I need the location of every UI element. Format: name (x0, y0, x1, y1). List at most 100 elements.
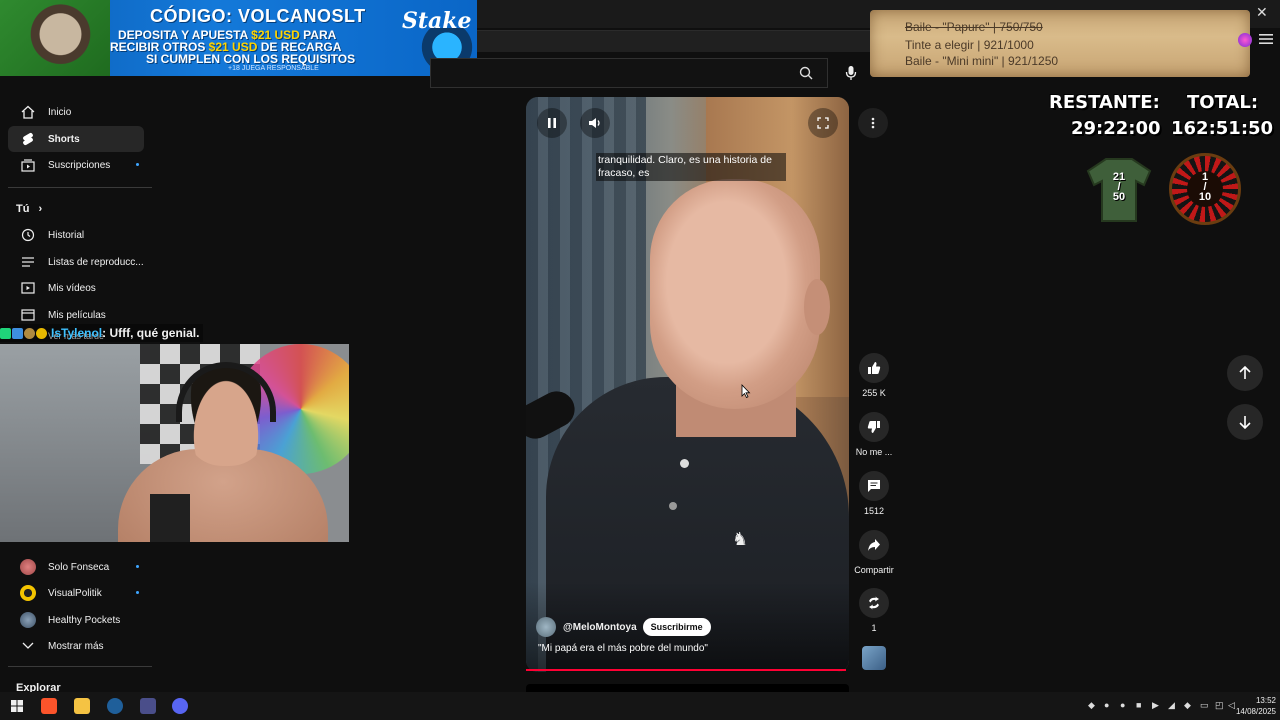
my-videos-icon (8, 281, 48, 295)
clock-time: 13:52 (1255, 696, 1276, 705)
avatar (20, 559, 36, 575)
video-progress-bar[interactable] (526, 669, 846, 671)
audio-source-thumbnail[interactable] (862, 646, 886, 670)
shirt-counter: 21/50 (1112, 171, 1126, 203)
network-icon[interactable]: ◰ (1215, 700, 1225, 710)
sidebar-item-label: Mis películas (48, 309, 106, 321)
sidebar-item-history[interactable]: Historial (8, 222, 144, 248)
sidebar-divider (8, 187, 152, 188)
game-launcher-icon[interactable] (140, 698, 156, 714)
file-explorer-icon[interactable] (74, 698, 90, 714)
avatar (20, 612, 36, 628)
close-icon[interactable]: ✕ (1256, 4, 1268, 21)
sidebar-item-label: Listas de reproducc... (48, 256, 144, 268)
next-video-edge (526, 684, 849, 692)
tray-icon[interactable]: ◢ (1168, 700, 1178, 710)
windows-start-icon[interactable] (9, 698, 25, 714)
goal-item: Baile - "Mini mini" | 921/1250 (905, 54, 1059, 68)
shorts-video-player[interactable]: ♞ (526, 97, 849, 672)
avatar (20, 585, 36, 601)
sidebar-item-home[interactable]: Inicio (8, 99, 144, 125)
extension-icon[interactable] (1238, 33, 1252, 47)
sidebar-item-my-videos[interactable]: Mis vídeos (8, 275, 144, 301)
badge-icon (36, 327, 47, 339)
tray-icon[interactable]: ◆ (1184, 700, 1194, 710)
subscribe-button[interactable]: Suscribirme (642, 618, 711, 636)
thumbs-down-icon (859, 412, 889, 442)
comments-button[interactable]: 1512 (852, 471, 896, 516)
goals-parchment: Baile - "Papure" | 750/750 Tinte a elegi… (870, 10, 1250, 77)
remix-count: 1 (871, 623, 877, 633)
tray-icon[interactable]: ● (1120, 700, 1130, 710)
clock-date: 14/08/2025 (1235, 707, 1276, 716)
banner-line-3: SI CUMPLEN CON LOS REQUISITOS (146, 52, 356, 66)
browser-menu-icon[interactable] (1259, 33, 1273, 45)
microphone-icon (845, 66, 857, 80)
chevron-right-icon: › (38, 203, 43, 215)
sidebar-item-subscriptions[interactable]: Suscripciones (8, 152, 144, 178)
tray-icon[interactable]: ◆ (1088, 700, 1098, 710)
arrow-down-icon (1239, 416, 1251, 429)
remix-button[interactable]: 1 (852, 588, 896, 633)
remix-icon (859, 588, 889, 618)
dislike-label: No me ... (855, 447, 893, 457)
sidebar-divider (8, 666, 152, 667)
tray-icon[interactable]: ■ (1136, 700, 1146, 710)
search-input[interactable] (430, 58, 828, 88)
roulette-counter: 1/10 (1198, 171, 1212, 203)
new-content-dot (136, 591, 139, 594)
you-section-header[interactable]: Tú › (16, 203, 42, 215)
volume-icon (589, 118, 600, 128)
more-vert-icon (871, 117, 875, 129)
comment-icon (859, 471, 889, 501)
battery-icon[interactable]: ▭ (1200, 700, 1210, 710)
previous-short-button[interactable] (1227, 355, 1263, 391)
sidebar-item-label: Mostrar más (48, 640, 104, 652)
fullscreen-icon (817, 117, 829, 129)
avatar[interactable] (536, 617, 556, 637)
remaining-value: 29:22:00 (1071, 118, 1161, 139)
video-title[interactable]: "Mi papá era el más pobre del mundo" (538, 643, 708, 654)
badge-icon (0, 327, 11, 339)
volume-button[interactable] (580, 108, 610, 138)
share-button[interactable]: Compartir (852, 530, 896, 575)
tray-icon[interactable]: ● (1104, 700, 1114, 710)
sidebar-show-more[interactable]: Mostrar más (8, 633, 144, 659)
next-short-button[interactable] (1227, 404, 1263, 440)
share-icon (859, 530, 889, 560)
chat-message: IsTylenol : Ufff, qué genial. (0, 324, 204, 342)
sidebar-item-visualpolitik[interactable]: VisualPolitik (8, 580, 144, 606)
comment-count: 1512 (863, 506, 885, 516)
playlist-icon (8, 255, 48, 269)
brave-browser-icon[interactable] (41, 698, 57, 714)
banner-code: CÓDIGO: VOLCANOSLT (150, 6, 366, 26)
sidebar-item-label: Inicio (48, 106, 72, 118)
voice-search-button[interactable] (834, 58, 868, 88)
sidebar-item-solo-fonseca[interactable]: Solo Fonseca (8, 554, 144, 580)
chat-text: : Ufff, qué genial. (102, 326, 200, 340)
search-button[interactable] (786, 58, 826, 88)
channel-name[interactable]: @MeloMontoya (563, 622, 637, 633)
thumbs-up-icon (859, 353, 889, 383)
movies-icon (8, 308, 48, 322)
arrow-up-icon (1239, 366, 1251, 379)
like-button[interactable]: 255 K (852, 353, 896, 398)
sidebar-item-label: Shorts (48, 133, 80, 145)
chat-username: IsTylenol (51, 326, 103, 340)
sidebar-item-healthy-pockets[interactable]: Healthy Pockets (8, 607, 144, 633)
more-options-button[interactable] (858, 108, 888, 138)
goal-item: Tinte a elegir | 921/1000 (905, 38, 1034, 52)
dislike-button[interactable]: No me ... (852, 412, 896, 457)
sidebar-item-label: Historial (48, 229, 85, 241)
sidebar-item-playlists[interactable]: Listas de reproducc... (8, 249, 144, 275)
total-value: 162:51:50 (1171, 118, 1274, 139)
tray-icon[interactable]: ▶ (1152, 700, 1162, 710)
discord-icon[interactable] (172, 698, 188, 714)
pause-button[interactable] (537, 108, 567, 138)
system-clock[interactable]: 13:52 14/08/2025 (1230, 695, 1276, 717)
browser-address-strip (476, 30, 876, 52)
sidebar-item-shorts[interactable]: Shorts (8, 126, 144, 152)
sponsor-banner: CÓDIGO: VOLCANOSLT DEPOSITA Y APUESTA $2… (0, 0, 477, 76)
steam-icon[interactable] (107, 698, 123, 714)
fullscreen-button[interactable] (808, 108, 838, 138)
